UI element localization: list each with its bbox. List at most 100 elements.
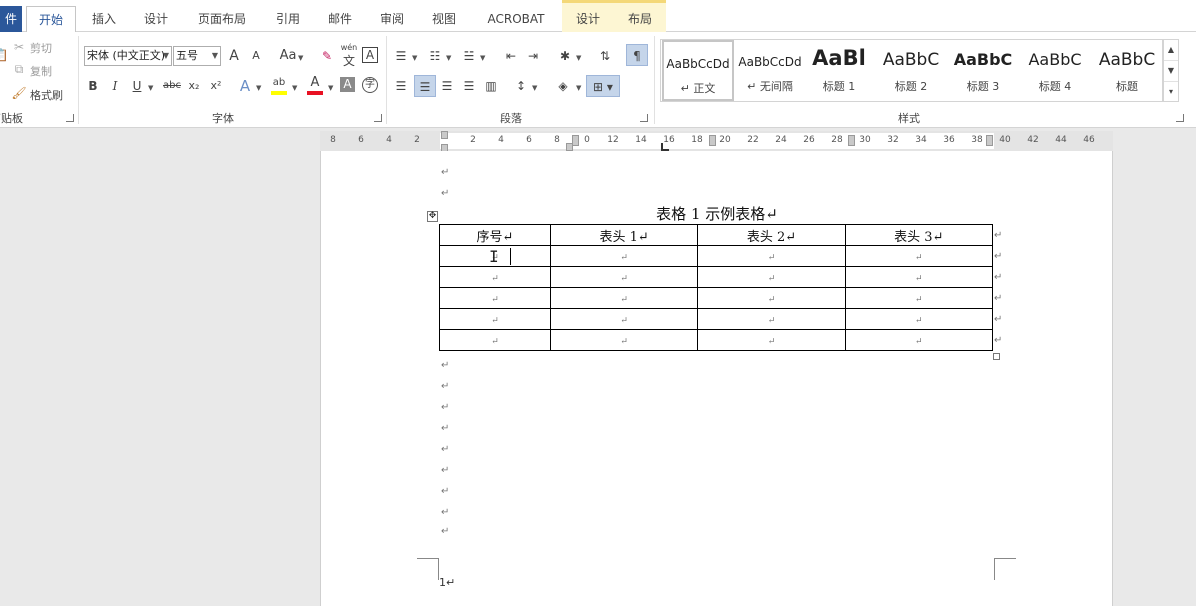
table-resize-handle-icon[interactable] [993, 353, 1000, 360]
tab-acrobat[interactable]: ACROBAT [476, 6, 556, 32]
tab-page-layout[interactable]: 页面布局 [186, 6, 258, 32]
tab-view[interactable]: 视图 [422, 6, 466, 32]
tab-insert[interactable]: 插入 [82, 6, 126, 32]
sort-icon[interactable]: ⇅ [596, 47, 614, 65]
numbering-icon[interactable]: ☷ [426, 47, 444, 65]
line-spacing-icon[interactable]: ↕ [512, 77, 530, 95]
justify-icon[interactable]: ☰ [460, 77, 478, 95]
style-heading-1[interactable]: AaBl 标题 1 [806, 40, 872, 101]
table-header-cell[interactable]: 表头 2↵ [697, 224, 846, 246]
clipboard-launcher-icon[interactable] [66, 114, 74, 122]
shading-icon[interactable]: ◈ [554, 77, 572, 95]
style-heading-4[interactable]: AaBbC 标题 4 [1019, 40, 1091, 101]
decrease-indent-icon[interactable]: ⇤ [502, 47, 520, 65]
chevron-down-icon[interactable]: ▼ [148, 84, 153, 92]
format-painter-button[interactable]: 格式刷 [30, 87, 63, 103]
table-cell[interactable]: ↵ [550, 329, 699, 351]
chevron-down-icon[interactable]: ▼ [480, 54, 485, 62]
chevron-down-icon[interactable]: ▼ [298, 54, 303, 62]
document-table[interactable]: 序号↵ 表头 1↵ 表头 2↵ 表头 3↵ ↵ ↵ ↵ ↵ ↵ ↵ ↵ ↵ ↵ … [438, 224, 994, 351]
scroll-down-icon[interactable]: ▼ [1164, 61, 1178, 82]
tab-table-design[interactable]: 设计 [566, 6, 610, 32]
table-header-cell[interactable]: 序号↵ [438, 224, 552, 246]
style-title[interactable]: AaBbC 标题 [1091, 40, 1163, 101]
column-marker[interactable] [848, 135, 855, 146]
change-case-icon[interactable]: Aa [276, 47, 300, 65]
table-header-cell[interactable]: 表头 1↵ [550, 224, 699, 246]
tab-design[interactable]: 设计 [134, 6, 178, 32]
chevron-down-icon[interactable]: ▼ [446, 54, 451, 62]
column-marker[interactable] [709, 135, 716, 146]
chevron-down-icon[interactable]: ▼ [532, 84, 537, 92]
tab-mailings[interactable]: 邮件 [318, 6, 362, 32]
character-border-icon[interactable]: A [362, 47, 378, 63]
paragraph-launcher-icon[interactable] [640, 114, 648, 122]
distributed-icon[interactable]: ▥ [482, 77, 500, 95]
align-left-icon[interactable]: ☰ [392, 77, 410, 95]
tab-review[interactable]: 审阅 [370, 6, 414, 32]
text-effects-icon[interactable]: A [236, 77, 254, 95]
chevron-down-icon[interactable]: ▼ [412, 54, 417, 62]
styles-launcher-icon[interactable] [1176, 114, 1184, 122]
copy-button[interactable]: 复制 [30, 63, 52, 79]
table-cell[interactable]: ↵ [438, 266, 552, 288]
table-cell[interactable]: ↵ [844, 308, 994, 330]
style-no-spacing[interactable]: AaBbCcDd ↵ 无间隔 [734, 40, 806, 101]
style-normal[interactable]: AaBbCcDd ↵ 正文 [662, 40, 734, 101]
format-painter-icon[interactable]: 🖌 [10, 84, 28, 102]
first-line-indent-marker[interactable] [441, 131, 448, 139]
enclose-characters-icon[interactable]: 字 [362, 77, 378, 93]
font-size-combo[interactable]: 五号 ▼ [173, 46, 221, 66]
table-cell[interactable]: ↵ [844, 329, 994, 351]
tab-stop-icon[interactable] [661, 143, 669, 151]
table-cell[interactable]: ↵ [550, 287, 699, 309]
borders-icon[interactable]: ⊞ ▾ [586, 75, 620, 97]
table-cell[interactable]: ↵ [438, 329, 552, 351]
table-cell[interactable]: ↵ [550, 266, 699, 288]
grow-font-icon[interactable]: A [225, 47, 243, 65]
copy-icon[interactable]: ⧉ [10, 60, 28, 78]
table-cell[interactable]: ↵ [438, 287, 552, 309]
chevron-down-icon[interactable]: ▼ [292, 84, 297, 92]
table-cell[interactable]: ↵ [438, 308, 552, 330]
table-cell[interactable]: ↵ [697, 287, 846, 309]
tab-references[interactable]: 引用 [266, 6, 310, 32]
scroll-up-icon[interactable]: ▲ [1164, 40, 1178, 61]
style-heading-3[interactable]: AaBbC 标题 3 [947, 40, 1019, 101]
bold-button[interactable]: B [84, 77, 102, 95]
subscript-button[interactable]: x₂ [185, 77, 203, 95]
chevron-down-icon[interactable]: ▼ [328, 84, 333, 92]
show-paragraph-marks-icon[interactable]: ¶ [626, 44, 648, 66]
clear-formatting-icon[interactable]: ✎ [318, 47, 336, 65]
bullets-icon[interactable]: ☰ [392, 47, 410, 65]
table-caption[interactable]: 表格 1 示例表格↵ [440, 203, 994, 224]
paste-icon[interactable]: 📋 [0, 46, 10, 64]
shrink-font-icon[interactable]: A [247, 47, 265, 65]
column-marker[interactable] [572, 135, 579, 146]
table-cell[interactable]: ↵ [697, 308, 846, 330]
font-color-icon[interactable]: A [306, 74, 324, 92]
chevron-down-icon[interactable]: ▼ [576, 84, 581, 92]
asian-layout-icon[interactable]: ✱ [556, 47, 574, 65]
table-move-handle-icon[interactable]: ✥ [427, 211, 438, 222]
font-name-combo[interactable]: 宋体 (中文正文) ▼ [84, 46, 172, 66]
superscript-button[interactable]: x² [207, 77, 225, 95]
chevron-down-icon[interactable]: ▼ [576, 54, 581, 62]
table-cell[interactable]: ↵ [844, 287, 994, 309]
underline-button[interactable]: U [128, 77, 146, 95]
table-cell[interactable]: ↵ [697, 266, 846, 288]
chevron-down-icon[interactable]: ▼ [256, 84, 261, 92]
highlight-icon[interactable]: ab [270, 74, 288, 92]
strikethrough-button[interactable]: abc [160, 77, 184, 95]
table-header-cell[interactable]: 表头 3↵ [844, 224, 994, 246]
table-cell[interactable]: ↵ [844, 245, 994, 267]
style-heading-2[interactable]: AaBbC 标题 2 [875, 40, 947, 101]
gallery-expand-icon[interactable]: ▾ [1164, 82, 1178, 103]
character-shading-icon[interactable]: A [340, 77, 355, 92]
tab-table-layout[interactable]: 布局 [618, 6, 662, 32]
tab-file[interactable]: 件 [0, 6, 22, 32]
align-right-icon[interactable]: ☰ [438, 77, 456, 95]
column-marker[interactable] [986, 135, 993, 146]
table-cell[interactable]: ↵ [550, 245, 699, 267]
font-launcher-icon[interactable] [374, 114, 382, 122]
